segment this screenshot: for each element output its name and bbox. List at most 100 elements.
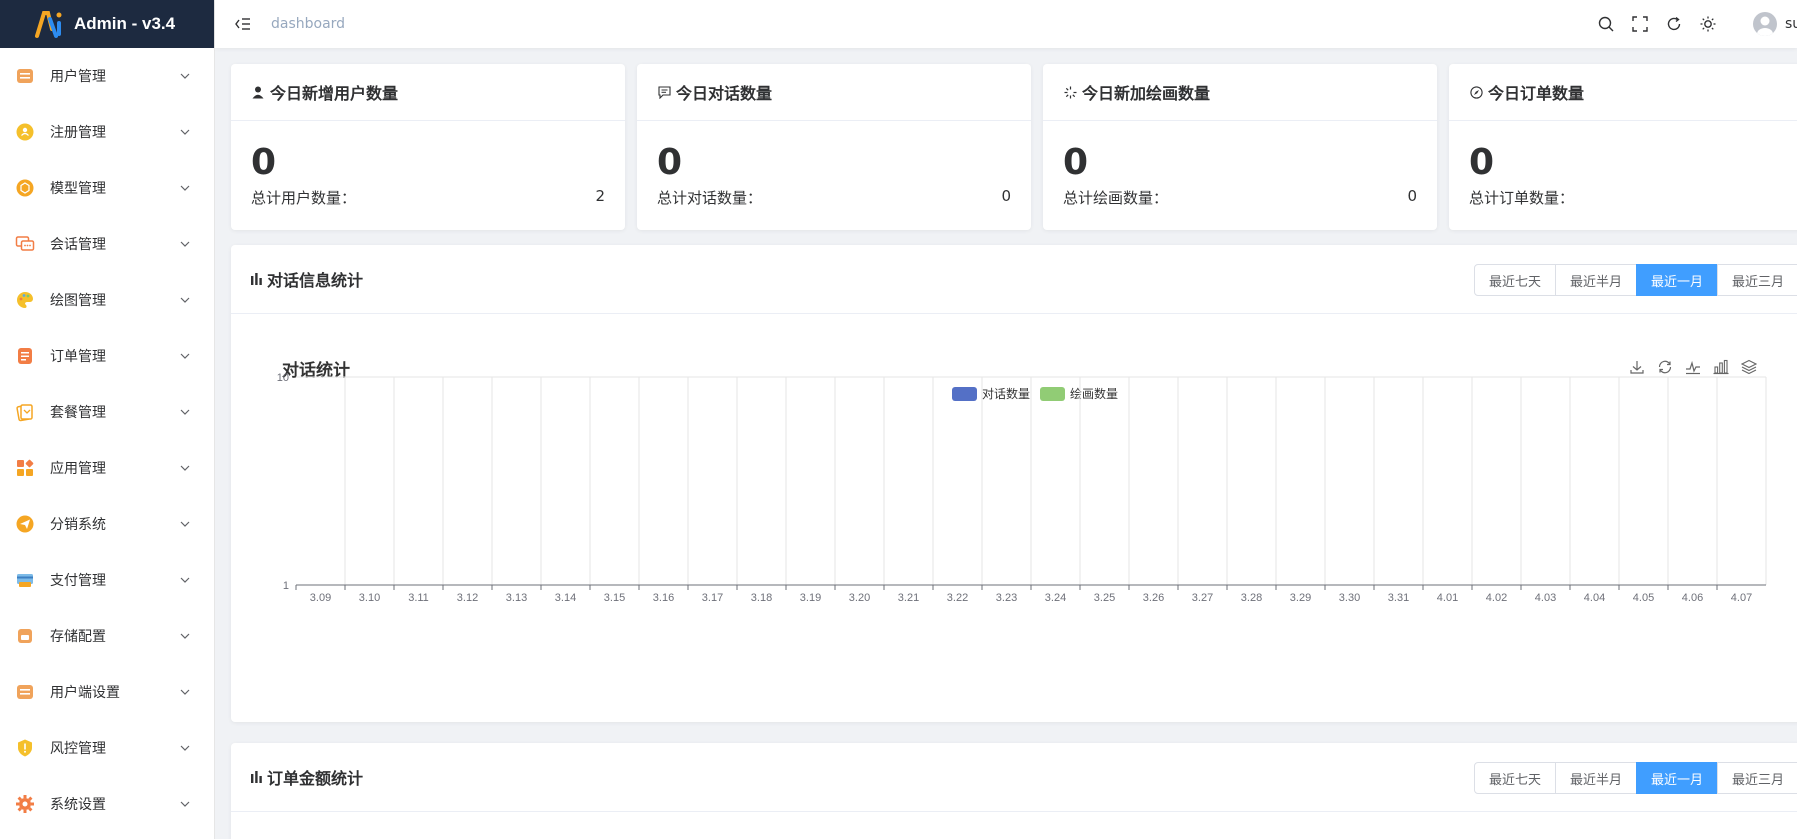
x-tick-label: 3.11 xyxy=(408,592,429,604)
card-total-value: 0 xyxy=(1001,187,1011,205)
stat-card-new-users: 今日新增用户数量 0 总计用户数量： 2 xyxy=(231,64,625,230)
sidebar-item[interactable]: 会话管理 xyxy=(0,216,214,272)
package-icon xyxy=(14,401,36,423)
range-15d-button[interactable]: 最近半月 xyxy=(1555,762,1638,794)
sidebar-item-label: 注册管理 xyxy=(50,125,106,141)
sidebar-item[interactable]: 支付管理 xyxy=(0,552,214,608)
card-total-label: 总计订单数量： xyxy=(1469,189,1575,207)
card-footer: 总计对话数量： 0 xyxy=(657,187,1011,208)
x-tick-label: 3.12 xyxy=(457,592,478,604)
send-icon xyxy=(14,513,36,535)
x-tick-label: 3.25 xyxy=(1094,592,1115,604)
sidebar-menu: 用户管理注册管理模型管理会话管理 绘图管理 订单管理 套餐管理 应用管理 分销系统支付管理… xyxy=(0,48,214,832)
chevron-down-icon[interactable] xyxy=(178,405,192,419)
app-title: Admin - v3.4 xyxy=(74,14,176,33)
x-tick-label: 3.23 xyxy=(996,592,1017,604)
chevron-down-icon[interactable] xyxy=(178,293,192,307)
chevron-down-icon[interactable] xyxy=(178,741,192,755)
sidebar-item[interactable]: 存储配置 xyxy=(0,608,214,664)
panel-title: 订单金额统计 xyxy=(267,769,364,788)
sidebar-item[interactable]: 订单管理 xyxy=(0,328,214,384)
username[interactable]: su xyxy=(1785,16,1797,32)
breadcrumb[interactable]: dashboard xyxy=(271,16,345,32)
sidebar-item[interactable]: 应用管理 xyxy=(0,440,214,496)
card-value: 0 xyxy=(1469,142,1495,183)
sidebar-item[interactable]: 用户管理 xyxy=(0,48,214,104)
sidebar-item[interactable]: 系统设置 xyxy=(0,776,214,832)
card-title: 今日对话数量 xyxy=(676,84,773,103)
logo[interactable]: Admin - v3.4 xyxy=(0,0,214,48)
chevron-down-icon[interactable] xyxy=(178,461,192,475)
sidebar-item[interactable]: 分销系统 xyxy=(0,496,214,552)
payment-icon xyxy=(14,569,36,591)
range-7d-button[interactable]: 最近七天 xyxy=(1474,762,1557,794)
collapse-sidebar-icon[interactable] xyxy=(233,14,253,34)
compass-icon xyxy=(1469,85,1483,99)
range-1m-button[interactable]: 最近一月 xyxy=(1636,762,1719,794)
chevron-down-icon[interactable] xyxy=(178,517,192,531)
model-icon xyxy=(14,177,36,199)
card-title: 今日新增用户数量 xyxy=(270,84,399,103)
x-tick-label: 3.24 xyxy=(1045,592,1066,604)
card-header: 今日新增用户数量 xyxy=(231,64,625,121)
sidebar-item-label: 模型管理 xyxy=(50,181,106,197)
x-tick-label: 4.06 xyxy=(1682,592,1703,604)
chevron-down-icon[interactable] xyxy=(178,237,192,251)
header-actions: su xyxy=(1597,0,1797,48)
y-tick-label: 10 xyxy=(277,372,289,384)
chevron-down-icon[interactable] xyxy=(178,573,192,587)
avatar[interactable] xyxy=(1753,12,1777,36)
panel-header: 订单金额统计 最近七天 最近半月 最近一月 最近三月 xyxy=(231,743,1797,812)
card-total-value: 0 xyxy=(1407,187,1417,205)
card-value: 0 xyxy=(1063,142,1089,183)
sidebar-item[interactable]: 模型管理 xyxy=(0,160,214,216)
sidebar-item[interactable]: 风控管理 xyxy=(0,720,214,776)
stat-card-drawings: 今日新加绘画数量 0 总计绘画数量： 0 xyxy=(1043,64,1437,230)
card-footer: 总计用户数量： 2 xyxy=(251,187,605,208)
x-tick-label: 3.19 xyxy=(800,592,821,604)
x-tick-label: 3.16 xyxy=(653,592,674,604)
chevron-down-icon[interactable] xyxy=(178,349,192,363)
chevron-down-icon[interactable] xyxy=(178,797,192,811)
chevron-down-icon[interactable] xyxy=(178,125,192,139)
chat-stats-chart: 1 10 3.09 3.10 3.11 3.12 3.13 3.14 3.15 3.16 3.17 3… xyxy=(277,372,1767,604)
chat-icon xyxy=(14,233,36,255)
card-value: 0 xyxy=(251,142,277,183)
top-header: dashboard su xyxy=(215,0,1797,48)
sidebar-item-label: 支付管理 xyxy=(50,573,106,589)
sidebar: Admin - v3.4 用户管理注册管理模型管理会话管理 绘图管理 订单管理 套餐管… xyxy=(0,0,215,839)
user-management-icon xyxy=(14,65,36,87)
sidebar-item[interactable]: 用户端设置 xyxy=(0,664,214,720)
card-value: 0 xyxy=(657,142,683,183)
x-tick-label: 3.17 xyxy=(702,592,723,604)
theme-sun-icon[interactable] xyxy=(1699,15,1717,33)
x-tick-label: 4.04 xyxy=(1584,592,1605,604)
sidebar-item[interactable]: 注册管理 xyxy=(0,104,214,160)
logo-icon xyxy=(34,9,64,39)
x-tick-label: 3.22 xyxy=(947,592,968,604)
chevron-down-icon[interactable] xyxy=(178,69,192,83)
chevron-down-icon[interactable] xyxy=(178,629,192,643)
card-body: 0 总计订单数量： xyxy=(1449,121,1797,208)
card-header: 今日对话数量 xyxy=(637,64,1031,121)
sidebar-item-label: 存储配置 xyxy=(50,629,106,645)
refresh-icon[interactable] xyxy=(1665,15,1683,33)
sidebar-item[interactable]: 绘图管理 xyxy=(0,272,214,328)
chevron-down-icon[interactable] xyxy=(178,685,192,699)
palette-icon xyxy=(14,289,36,311)
chevron-down-icon[interactable] xyxy=(178,181,192,195)
x-tick-label: 3.28 xyxy=(1241,592,1262,604)
card-body: 0 总计绘画数量： 0 xyxy=(1043,121,1437,208)
x-tick-label: 4.01 xyxy=(1437,592,1458,604)
shield-icon xyxy=(14,737,36,759)
sidebar-item-label: 系统设置 xyxy=(50,797,106,813)
fullscreen-icon[interactable] xyxy=(1631,15,1649,33)
x-tick-label: 4.05 xyxy=(1633,592,1654,604)
x-tick-label: 3.31 xyxy=(1388,592,1409,604)
range-3m-button[interactable]: 最近三月 xyxy=(1717,762,1797,794)
x-tick-label: 3.29 xyxy=(1290,592,1311,604)
sidebar-item[interactable]: 套餐管理 xyxy=(0,384,214,440)
x-tick-label: 3.26 xyxy=(1143,592,1164,604)
search-icon[interactable] xyxy=(1597,15,1615,33)
range-selector: 最近七天 最近半月 最近一月 最近三月 xyxy=(1474,762,1797,794)
